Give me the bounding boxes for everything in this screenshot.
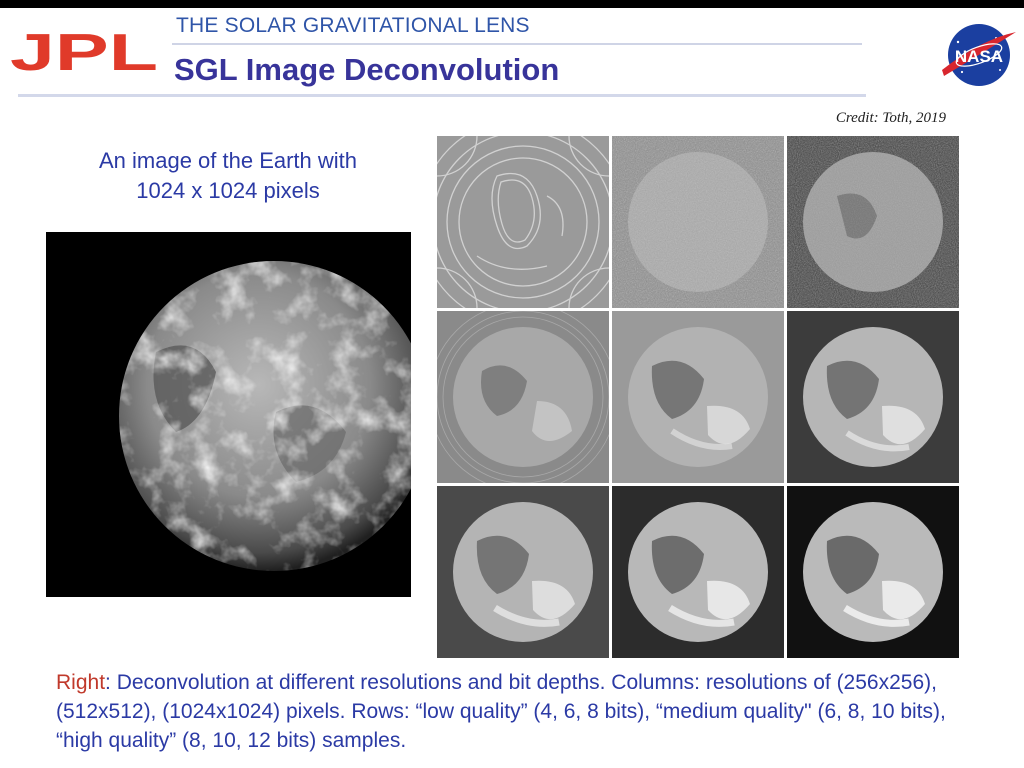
tile-low-1024 <box>787 136 959 308</box>
jpl-logo-text: JPL <box>10 28 158 74</box>
tile-high-512 <box>612 486 784 658</box>
bottom-caption: Right: Deconvolution at different resolu… <box>56 668 986 755</box>
left-caption-line-2: 1024 x 1024 pixels <box>136 178 320 203</box>
nasa-logo-text: NASA <box>955 47 1003 66</box>
slide-title: SGL Image Deconvolution <box>174 52 560 87</box>
caption-lead-right: Right <box>56 671 106 694</box>
header-divider-top <box>172 43 862 45</box>
header-divider-bottom <box>18 94 866 97</box>
tile-medium-256 <box>437 311 609 483</box>
left-caption-line-1: An image of the Earth with <box>98 148 358 173</box>
slide-subtitle: THE SOLAR GRAVITATIONAL LENS <box>176 14 530 37</box>
earth-original-image <box>46 232 429 597</box>
caption-body: : Deconvolution at different resolutions… <box>56 671 946 752</box>
jpl-logo: JPL <box>10 24 158 82</box>
deconvolution-grid <box>437 136 960 658</box>
tile-medium-512 <box>612 311 784 483</box>
tile-low-512 <box>612 136 784 308</box>
tile-low-256 <box>437 136 609 308</box>
tile-high-1024 <box>787 486 959 658</box>
tile-medium-1024 <box>787 311 959 483</box>
tile-high-256 <box>437 486 609 658</box>
image-credit: Credit: Toth, 2019 <box>835 110 946 126</box>
nasa-logo: NASA <box>940 22 1018 88</box>
top-black-bar <box>0 0 1024 8</box>
left-image-caption: An image of the Earth with 1024 x 1024 p… <box>48 146 408 206</box>
